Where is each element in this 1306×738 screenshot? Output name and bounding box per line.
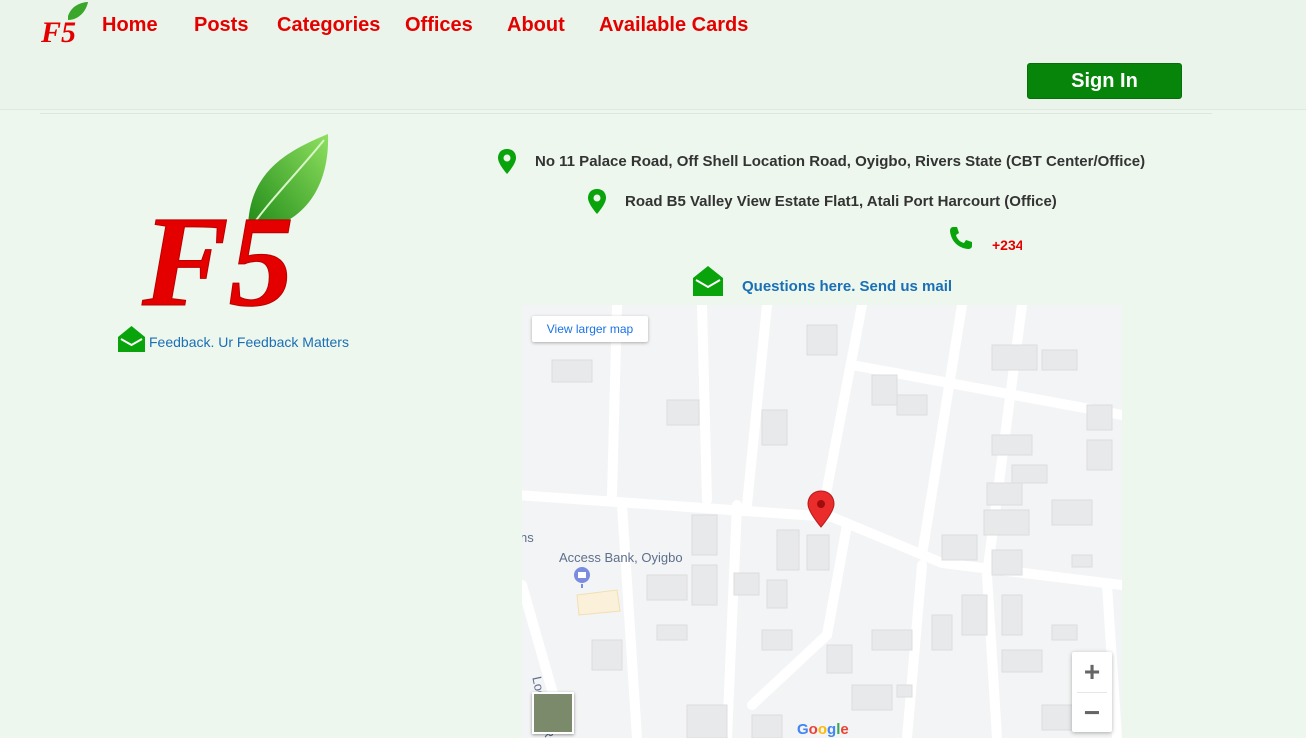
svg-text:F5: F5: [141, 190, 294, 320]
map-poi-label[interactable]: Access Bank, Oyigbo: [559, 550, 683, 565]
feedback-label[interactable]: Feedback. Ur Feedback Matters: [149, 334, 349, 350]
address-2-text: Road B5 Valley View Estate Flat1, Atali …: [625, 193, 1057, 210]
f5-logo-small[interactable]: F5: [40, 2, 90, 48]
view-larger-map-button[interactable]: View larger map: [532, 316, 648, 342]
send-mail-link[interactable]: Questions here. Send us mail: [742, 278, 952, 295]
map-base: [522, 305, 1122, 738]
nav-home[interactable]: Home: [102, 14, 158, 37]
address-row-2: Road B5 Valley View Estate Flat1, Atali …: [587, 188, 1057, 215]
sign-in-button[interactable]: Sign In: [1027, 63, 1182, 99]
location-pin-icon: [588, 189, 606, 214]
address-1-text: No 11 Palace Road, Off Shell Location Ro…: [535, 153, 1146, 170]
google-logo: Google: [797, 721, 849, 738]
divider: [40, 113, 1212, 114]
f5-logo-large: F5: [141, 134, 329, 320]
nav-available-cards[interactable]: Available Cards: [599, 14, 748, 37]
nav-posts[interactable]: Posts: [194, 14, 248, 37]
envelope-icon: [118, 326, 145, 352]
feedback-link[interactable]: Feedback. Ur Feedback Matters: [117, 325, 349, 353]
svg-text:F5: F5: [40, 16, 76, 48]
satellite-toggle-button[interactable]: [532, 692, 574, 734]
nav-offices[interactable]: Offices: [405, 14, 473, 37]
zoom-out-button[interactable]: −: [1072, 693, 1112, 733]
nav-categories[interactable]: Categories: [277, 14, 380, 37]
location-pin-icon: [498, 149, 516, 174]
nav-about[interactable]: About: [507, 14, 565, 37]
zoom-control: + −: [1072, 652, 1112, 732]
header-bar: F5 Home Posts Categories Offices About A…: [0, 0, 1306, 110]
google-map[interactable]: Access Bank, Oyigbo ns Location Rd View …: [522, 305, 1122, 738]
address-row-1: No 11 Palace Road, Off Shell Location Ro…: [497, 148, 1145, 175]
envelope-icon: [693, 266, 723, 296]
phone-icon: [950, 227, 972, 249]
zoom-in-button[interactable]: +: [1072, 652, 1112, 692]
map-edge-label: ns: [522, 530, 534, 545]
phone-number[interactable]: +234: [992, 237, 1022, 253]
